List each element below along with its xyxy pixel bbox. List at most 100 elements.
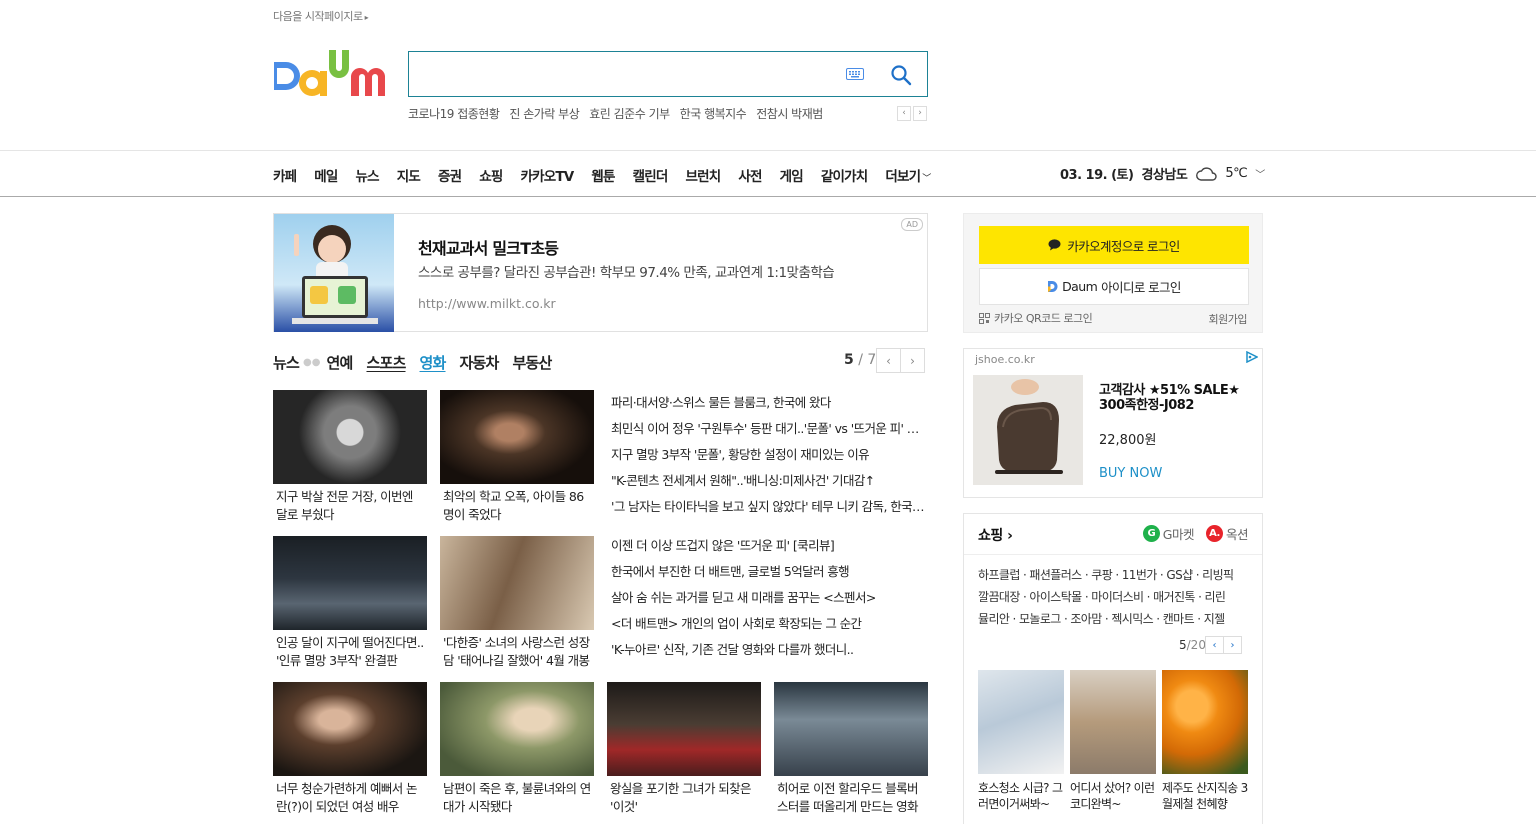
mall-link-row[interactable]: 뮬리안 · 모놀로그 · 조아맘 · 젝시믹스 · 캔마트 · 지젤 bbox=[978, 608, 1253, 630]
nav-brunch[interactable]: 브런치 bbox=[686, 165, 722, 185]
tab-car[interactable]: 자동차 bbox=[460, 352, 500, 373]
headline-list: 파리·대서양·스위스 물든 블룸크, 한국에 왔다 최민식 이어 정우 '구원투… bbox=[611, 390, 927, 520]
tab-dots: ●● bbox=[303, 357, 321, 368]
trend-nav: ‹ › bbox=[897, 106, 927, 121]
kakao-login-button[interactable]: 카카오계정으로 로그인 bbox=[979, 226, 1249, 264]
trending-keywords: 코로나19 접종현황 진 손가락 부상 효린 김준수 기부 한국 행복지수 전참… bbox=[408, 105, 823, 122]
product-image bbox=[973, 375, 1083, 485]
headline-item[interactable]: 이젠 더 이상 뜨겁지 않은 '뜨거운 피' [쿡리뷰] bbox=[611, 533, 927, 559]
nav-cafe[interactable]: 카페 bbox=[273, 165, 297, 185]
headline-item[interactable]: 한국에서 부진한 더 배트맨, 글로벌 5억달러 흥행 bbox=[611, 559, 927, 585]
shop-next-button[interactable]: › bbox=[1222, 636, 1242, 654]
mall-link-row[interactable]: 하프클럽 · 패션플러스 · 쿠팡 · 11번가 · GS샵 · 리빙픽 bbox=[978, 564, 1253, 586]
trend-keyword[interactable]: 효린 김준수 기부 bbox=[589, 105, 670, 122]
ad-domain: jshoe.co.kr bbox=[975, 353, 1035, 366]
gmarket-logo-icon: G bbox=[1142, 525, 1160, 542]
nav-kakaotv[interactable]: 카카오TV bbox=[521, 165, 575, 185]
nav-calendar[interactable]: 캘린더 bbox=[633, 165, 669, 185]
trend-prev-button[interactable]: ‹ bbox=[897, 106, 911, 121]
news-card[interactable]: '다한증' 소녀의 사랑스런 성장담 '태어나길 잘했어' 4월 개봉 bbox=[440, 536, 594, 670]
shopping-item[interactable]: 제주도 산지직송 3월제철 천혜향 bbox=[1162, 670, 1248, 812]
tab-news[interactable]: 뉴스 bbox=[273, 352, 300, 373]
shopping-item[interactable]: 호스청소 시급? 그러면이거써봐~ bbox=[978, 670, 1064, 812]
nav-game[interactable]: 게임 bbox=[780, 165, 804, 185]
shopping-mall-links: 하프클럽 · 패션플러스 · 쿠팡 · 11번가 · GS샵 · 리빙픽 깔끔대… bbox=[978, 564, 1253, 630]
headline-item[interactable]: 'K-누아르' 신작, 기존 건달 영화와 다를까 했더니.. bbox=[611, 637, 927, 663]
chevron-down-icon[interactable]: ﹀ bbox=[1255, 166, 1265, 181]
adchoices-icon[interactable] bbox=[1246, 351, 1258, 363]
tab-entertainment[interactable]: 연예 bbox=[326, 352, 353, 373]
shopping-item[interactable]: 어디서 샀어? 이런코디완벽~ bbox=[1070, 670, 1156, 812]
tab-movie[interactable]: 영화 bbox=[420, 352, 447, 373]
ad-description[interactable]: 스스로 공부를? 달라진 공부습관! 학부모 97.4% 만족, 교과연계 1:… bbox=[418, 261, 888, 281]
product-title[interactable]: 고객감사 ★51% SALE★ 300족한정-J082 bbox=[1099, 383, 1254, 413]
nav-together[interactable]: 같이가치 bbox=[821, 165, 868, 185]
daum-login-button[interactable]: Daum 아이디로 로그인 bbox=[979, 268, 1249, 305]
news-pager: 5 / 7 bbox=[844, 352, 876, 368]
trend-keyword[interactable]: 코로나19 접종현황 bbox=[408, 105, 500, 122]
search-icon[interactable] bbox=[890, 64, 912, 86]
nav-map[interactable]: 지도 bbox=[397, 165, 421, 185]
side-product-ad[interactable]: jshoe.co.kr 고객감사 ★51% SALE★ 300족한정-J082 … bbox=[963, 348, 1263, 498]
prev-button[interactable]: ‹ bbox=[876, 348, 901, 373]
headline-item[interactable]: <더 배트맨> 개인의 업이 사회로 확장되는 그 순간 bbox=[611, 611, 927, 637]
qr-code-icon bbox=[979, 312, 990, 324]
trend-keyword[interactable]: 진 손가락 부상 bbox=[509, 105, 579, 122]
trend-next-button[interactable]: › bbox=[913, 106, 927, 121]
keyboard-icon[interactable] bbox=[846, 68, 864, 80]
ad-url[interactable]: http://www.milkt.co.kr bbox=[418, 296, 556, 311]
mall-link-row[interactable]: 깔끔대장 · 아이스탁몰 · 마이더스비 · 매거진톡 · 리린 bbox=[978, 586, 1253, 608]
service-menu: 카페 메일 뉴스 지도 증권 쇼핑 카카오TV 웹툰 캘린더 브런치 사전 게임… bbox=[273, 165, 931, 185]
trend-keyword[interactable]: 한국 행복지수 bbox=[680, 105, 747, 122]
product-price: 22,800원 bbox=[1099, 433, 1157, 448]
headline-item[interactable]: 파리·대서양·스위스 물든 블룸크, 한국에 왔다 bbox=[611, 390, 927, 416]
weather-widget[interactable]: 03. 19. (토) 경상남도 5℃ ﹀ bbox=[1060, 164, 1265, 183]
auction-logo-icon: A. bbox=[1205, 525, 1223, 542]
qr-login-link[interactable]: 카카오 QR코드 로그인 bbox=[979, 310, 1093, 326]
headline-item[interactable]: "K-콘텐츠 전세계서 원해"..'배니싱:미제사건' 기대감↑ bbox=[611, 468, 927, 494]
gmarket-link[interactable]: G G마켓 bbox=[1142, 524, 1194, 543]
weather-date: 03. 19. (토) bbox=[1060, 168, 1134, 183]
news-caption: 인공 달이 지구에 떨어진다면.. '인류 멸망 3부작' 완결판 bbox=[276, 635, 424, 668]
shopping-caption: 어디서 샀어? 이런코디완벽~ bbox=[1070, 781, 1155, 811]
news-card[interactable]: 히어로 이전 할리우드 블록버스터를 떠올리게 만드는 영화 bbox=[774, 682, 928, 816]
news-card[interactable]: 너무 청순가련하게 예뻐서 논란(?)이 되었던 여성 배우 bbox=[273, 682, 427, 816]
tab-sports[interactable]: 스포츠 bbox=[366, 352, 406, 373]
news-card[interactable]: 남편이 죽은 후, 불륜녀와의 연대가 시작됐다 bbox=[440, 682, 594, 816]
daum-d-icon bbox=[1048, 281, 1058, 292]
page-total: / 7 bbox=[858, 352, 877, 368]
news-caption: 왕실을 포기한 그녀가 되찾은 '이것' bbox=[610, 781, 752, 814]
shopping-title[interactable]: 쇼핑 › bbox=[978, 525, 1013, 545]
banner-ad[interactable]: 천재교과서 밀크T초등 스스로 공부를? 달라진 공부습관! 학부모 97.4%… bbox=[273, 213, 928, 332]
nav-news[interactable]: 뉴스 bbox=[356, 165, 380, 185]
set-start-page-link[interactable]: 다음을 시작페이지로 ▸ bbox=[273, 8, 369, 24]
headline-item[interactable]: 살아 숨 쉬는 과거를 딛고 새 미래를 꿈꾸는 <스펜서> bbox=[611, 585, 927, 611]
buy-now-link[interactable]: BUY NOW bbox=[1099, 466, 1162, 481]
nav-mail[interactable]: 메일 bbox=[314, 165, 338, 185]
news-card[interactable]: 왕실을 포기한 그녀가 되찾은 '이것' bbox=[607, 682, 761, 816]
news-card[interactable]: 지구 박살 전문 거장, 이번엔 달로 부쉈다 bbox=[273, 390, 427, 524]
tab-realestate[interactable]: 부동산 bbox=[513, 352, 553, 373]
trend-keyword[interactable]: 전참시 박재범 bbox=[756, 105, 823, 122]
news-card[interactable]: 최악의 학교 오폭, 아이들 86명이 죽었다 bbox=[440, 390, 594, 524]
next-button[interactable]: › bbox=[900, 348, 925, 373]
nav-webtoon[interactable]: 웹툰 bbox=[591, 165, 615, 185]
headline-item[interactable]: 최민식 이어 정우 '구원투수' 등판 대기..'문폴' vs '뜨거운 피' … bbox=[611, 416, 927, 442]
headline-item[interactable]: '그 남자는 타이타닉을 보고 싶지 않았다' 테무 니키 감독, 한국 방문 bbox=[611, 494, 927, 520]
news-card[interactable]: 인공 달이 지구에 떨어진다면.. '인류 멸망 3부작' 완결판 bbox=[273, 536, 427, 670]
weather-region: 경상남도 bbox=[1141, 168, 1188, 183]
ad-title[interactable]: 천재교과서 밀크T초등 bbox=[418, 235, 559, 259]
headline-item[interactable]: 지구 멸망 3부작 '문폴', 황당한 설정이 재미있는 이유 bbox=[611, 442, 927, 468]
signup-link[interactable]: 회원가입 bbox=[1209, 311, 1248, 327]
nav-more[interactable]: 더보기 ﹀ bbox=[885, 165, 931, 185]
nav-stock[interactable]: 증권 bbox=[438, 165, 462, 185]
nav-shopping[interactable]: 쇼핑 bbox=[479, 165, 503, 185]
auction-link[interactable]: A. 옥션 bbox=[1205, 524, 1249, 543]
shopping-partners: G G마켓 A. 옥션 bbox=[1142, 524, 1249, 543]
news-tabs: 뉴스 ●● 연예 스포츠 영화 자동차 부동산 bbox=[273, 352, 566, 373]
search-input[interactable] bbox=[419, 60, 829, 88]
nav-dictionary[interactable]: 사전 bbox=[738, 165, 762, 185]
shop-prev-button[interactable]: ‹ bbox=[1204, 636, 1224, 654]
global-nav-bar: 카페 메일 뉴스 지도 증권 쇼핑 카카오TV 웹툰 캘린더 브런치 사전 게임… bbox=[0, 150, 1536, 197]
daum-logo[interactable] bbox=[272, 48, 390, 100]
